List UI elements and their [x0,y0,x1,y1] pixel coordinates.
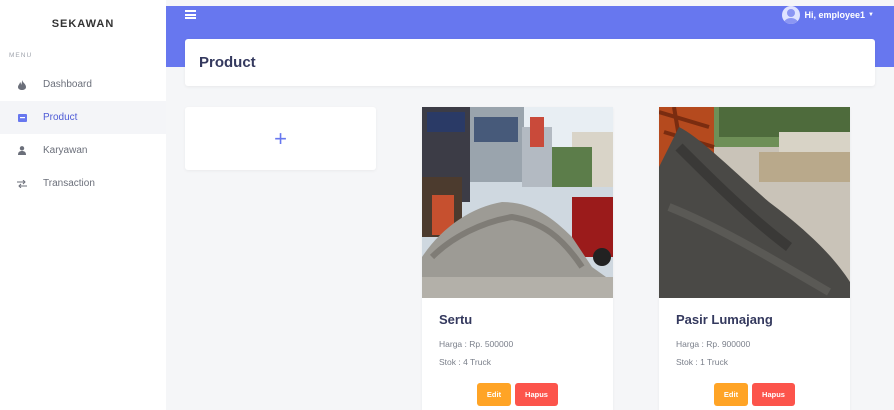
product-image [422,107,613,298]
edit-button[interactable]: Edit [714,383,748,406]
page-title: Product [199,54,256,71]
main-content: Hi, employee1 ▼ Product + Sertu Harga: … [166,0,894,410]
hamburger-menu-icon[interactable] [185,10,196,19]
add-product-card[interactable]: + [185,107,376,170]
sidebar-item-product[interactable]: Product [0,101,166,134]
sidebar-item-transaction[interactable]: Transaction [0,167,166,200]
app: SEKAWAN MENU Dashboard Product Karyawan … [0,0,894,410]
delete-button[interactable]: Hapus [752,383,795,406]
section-header: Product [185,39,875,86]
product-price: Harga : Rp. 900000 [676,339,751,349]
delete-button[interactable]: Hapus [515,383,558,406]
product-price: Harga : Rp. 500000 [439,339,514,349]
sidebar-item-label: Dashboard [43,79,92,90]
product-stock: Stok : 1 Truck [676,357,728,367]
plus-icon: + [274,125,287,151]
product-card: Pasir Lumajang Harga : Rp. 900000 Stok :… [659,107,850,410]
sidebar: SEKAWAN MENU Dashboard Product Karyawan … [0,0,166,410]
user-icon [17,146,27,156]
avatar [781,6,800,24]
product-image [659,107,850,298]
brand-logo[interactable]: SEKAWAN [0,18,166,30]
user-greeting: Hi, employee1 [804,10,866,20]
product-stock: Stok : 4 Truck [439,357,491,367]
product-name: Pasir Lumajang [676,312,773,327]
product-icon [17,113,27,123]
edit-button[interactable]: Edit [477,383,511,406]
sidebar-item-dashboard[interactable]: Dashboard [0,68,166,101]
fire-icon [17,79,27,90]
product-name: Sertu [439,312,473,327]
sidebar-item-label: Karyawan [43,145,88,156]
sidebar-item-label: Product [43,112,78,123]
product-card: Sertu Harga : Rp. 500000 Stok : 4 Truck … [422,107,613,410]
sidebar-item-label: Transaction [43,178,95,189]
caret-down-icon: ▼ [868,12,874,18]
sidebar-item-karyawan[interactable]: Karyawan [0,134,166,167]
exchange-icon [17,179,27,189]
user-menu[interactable]: Hi, employee1 ▼ [781,6,874,24]
menu-label: MENU [9,52,33,59]
